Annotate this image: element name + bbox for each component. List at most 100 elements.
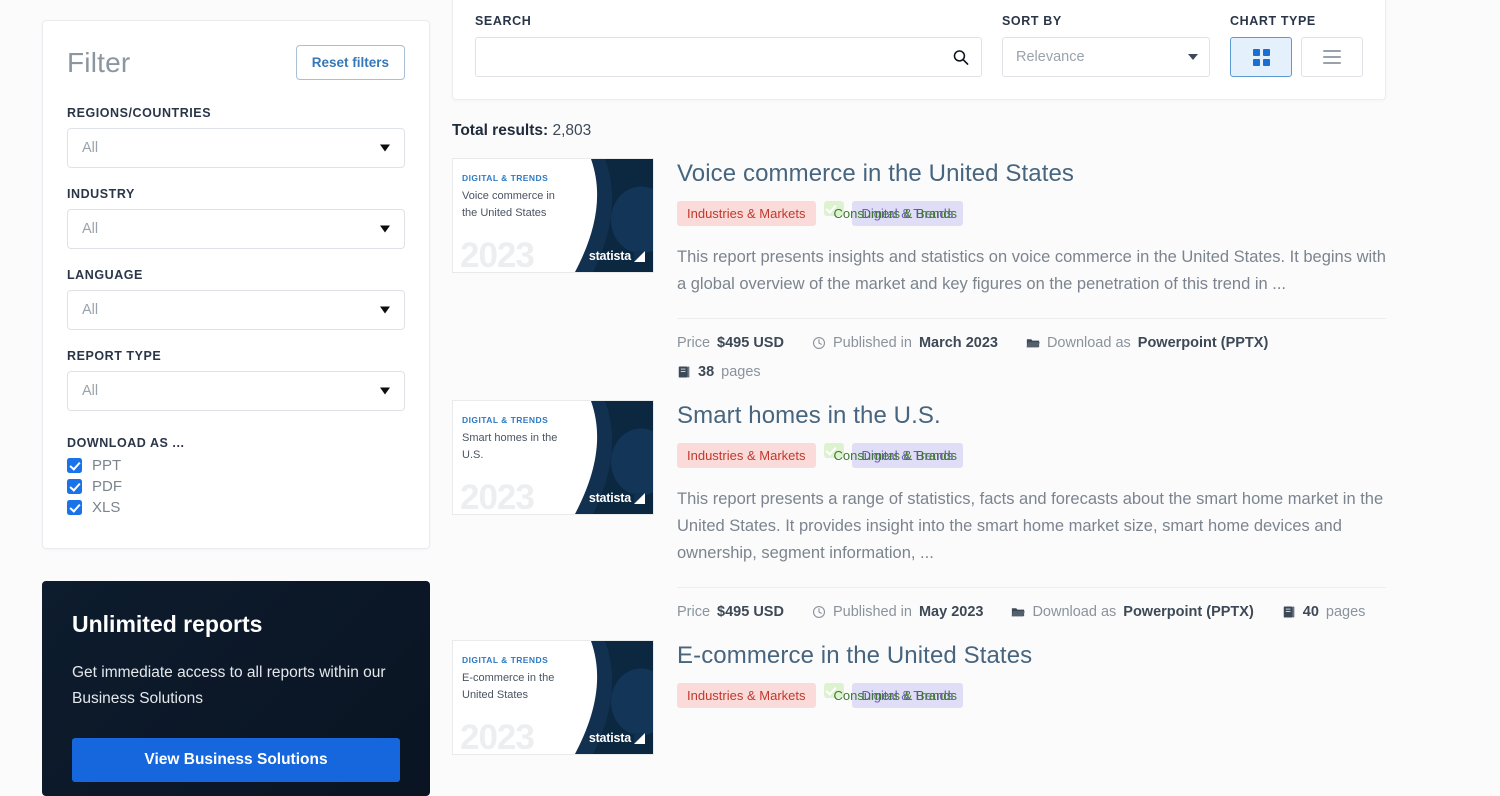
download-value: Powerpoint (PPTX): [1123, 604, 1254, 620]
search-input-wrap: [475, 37, 982, 77]
chart-type-list-button[interactable]: [1301, 37, 1363, 77]
checkbox-row-pdf[interactable]: PDF: [67, 478, 405, 495]
result-body: E-commerce in the United States Industri…: [677, 640, 1386, 755]
statista-logo-mark: [634, 492, 645, 504]
result-title[interactable]: Voice commerce in the United States: [677, 160, 1386, 188]
statista-logo-text: statista: [588, 731, 631, 745]
statista-logo: statista: [589, 491, 645, 505]
filter-group-language: LANGUAGE All: [67, 268, 405, 330]
statista-logo-mark: [634, 250, 645, 262]
statista-logo-text: statista: [588, 249, 631, 263]
promo-banner: Unlimited reports Get immediate access t…: [42, 581, 430, 796]
filter-label-language: LANGUAGE: [67, 268, 143, 282]
tag-consumers-brands[interactable]: Consumers & Brands: [823, 443, 957, 463]
result-card[interactable]: DIGITAL & TRENDS E-commerce in the Unite…: [452, 620, 1386, 755]
chevron-down-icon: [380, 306, 390, 314]
checkbox-row-ppt[interactable]: PPT: [67, 457, 405, 474]
promo-title: Unlimited reports: [72, 611, 263, 637]
result-title[interactable]: E-commerce in the United States: [677, 642, 1386, 670]
checkbox-xls[interactable]: [67, 500, 82, 515]
meta-pages: 38 pages: [677, 364, 761, 380]
report-type-select-value: All: [82, 383, 99, 399]
pages-label: pages: [721, 364, 761, 380]
result-divider: [677, 587, 1386, 588]
view-business-solutions-button[interactable]: View Business Solutions: [72, 738, 400, 782]
search-field-group: SEARCH: [475, 14, 982, 77]
industry-select-value: All: [82, 221, 99, 237]
promo-text: Get immediate access to all reports with…: [72, 664, 386, 707]
total-results-label: Total results:: [452, 122, 549, 139]
thumbnail-kicker: DIGITAL & TRENDS: [462, 415, 549, 425]
checkbox-ppt[interactable]: [67, 458, 82, 473]
tag-industries-markets[interactable]: Industries & Markets: [677, 443, 816, 468]
sort-field-group: SORT BY Relevance: [1002, 14, 1210, 77]
download-value: Powerpoint (PPTX): [1137, 335, 1269, 351]
price-label: Price: [677, 604, 711, 620]
filter-panel: Filter Reset filters REGIONS/COUNTRIES A…: [42, 20, 430, 549]
filter-group-regions: REGIONS/COUNTRIES All: [67, 106, 405, 168]
report-type-select[interactable]: All: [67, 371, 405, 411]
chevron-down-icon: [380, 225, 390, 233]
search-input[interactable]: [475, 37, 982, 77]
language-select[interactable]: All: [67, 290, 405, 330]
checkbox-label-xls: XLS: [92, 499, 121, 516]
filter-label-report-type: REPORT TYPE: [67, 349, 162, 363]
price-value: $495 USD: [717, 335, 784, 351]
report-thumbnail[interactable]: DIGITAL & TRENDS Smart homes in the U.S.…: [452, 400, 654, 515]
chart-type-group: CHART TYPE: [1230, 14, 1363, 77]
chevron-down-icon: [380, 387, 390, 395]
published-label: Published in: [832, 335, 912, 351]
price-label: Price: [677, 335, 711, 351]
filter-group-report-type: REPORT TYPE All: [67, 349, 405, 411]
sort-by-label: SORT BY: [1002, 14, 1062, 28]
result-description: This report presents insights and statis…: [677, 248, 1386, 293]
result-meta: Price $495 USD Published in March 2023 D…: [677, 335, 1386, 351]
download-label: Download as: [1046, 335, 1131, 351]
chevron-down-icon: [380, 144, 390, 152]
statista-logo-text: statista: [588, 491, 631, 505]
result-card[interactable]: DIGITAL & TRENDS Voice commerce in the U…: [452, 140, 1386, 380]
download-label: Download as: [1032, 604, 1117, 620]
clock-icon: [812, 336, 825, 350]
published-value: May 2023: [918, 604, 984, 620]
tag-industries-markets[interactable]: Industries & Markets: [677, 201, 816, 226]
result-body: Voice commerce in the United States Indu…: [677, 158, 1386, 380]
total-results: Total results: 2,803: [452, 122, 1386, 140]
statista-logo-mark: [634, 732, 645, 744]
regions-select[interactable]: All: [67, 128, 405, 168]
pages-label: pages: [1325, 604, 1366, 620]
book-icon: [1283, 606, 1295, 618]
published-value: March 2023: [918, 335, 998, 351]
folder-icon: [1012, 608, 1026, 617]
industry-select[interactable]: All: [67, 209, 405, 249]
reset-filters-button[interactable]: Reset filters: [295, 45, 405, 80]
checkbox-label-ppt: PPT: [92, 457, 122, 474]
thumbnail-year: 2023: [460, 718, 535, 755]
book-icon: [678, 366, 690, 378]
result-meta-pages: 38 pages: [677, 364, 1386, 380]
report-thumbnail[interactable]: DIGITAL & TRENDS E-commerce in the Unite…: [452, 640, 654, 755]
checkbox-row-xls[interactable]: XLS: [67, 499, 405, 516]
tag-consumers-brands[interactable]: Consumers & Brands: [823, 683, 957, 703]
chart-type-grid-button[interactable]: [1230, 37, 1292, 77]
result-title[interactable]: Smart homes in the U.S.: [677, 402, 1386, 430]
filter-header: Filter Reset filters: [67, 45, 405, 80]
filter-group-industry: INDUSTRY All: [67, 187, 405, 249]
folder-icon: [1026, 339, 1040, 348]
price-value: $495 USD: [717, 604, 784, 620]
meta-published: Published in May 2023: [812, 604, 984, 620]
pages-value: 38: [698, 364, 715, 380]
filter-label-regions: REGIONS/COUNTRIES: [67, 106, 212, 120]
list-icon: [1323, 49, 1341, 65]
report-thumbnail[interactable]: DIGITAL & TRENDS Voice commerce in the U…: [452, 158, 654, 273]
tag-industries-markets[interactable]: Industries & Markets: [677, 683, 816, 708]
result-meta: Price $495 USD Published in May 2023 Dow…: [677, 604, 1386, 620]
result-card[interactable]: DIGITAL & TRENDS Smart homes in the U.S.…: [452, 380, 1386, 620]
result-tags: Industries & Markets Consumers & Brands …: [677, 201, 1386, 226]
sort-by-select[interactable]: Relevance: [1002, 37, 1210, 77]
thumbnail-title: Voice commerce in the United States: [462, 190, 555, 219]
main-column: SEARCH SORT BY Relevance CHART TYPE Tota…: [452, 0, 1386, 755]
checkbox-pdf[interactable]: [67, 479, 82, 494]
tag-consumers-brands[interactable]: Consumers & Brands: [823, 201, 957, 221]
result-body: Smart homes in the U.S. Industries & Mar…: [677, 400, 1386, 620]
